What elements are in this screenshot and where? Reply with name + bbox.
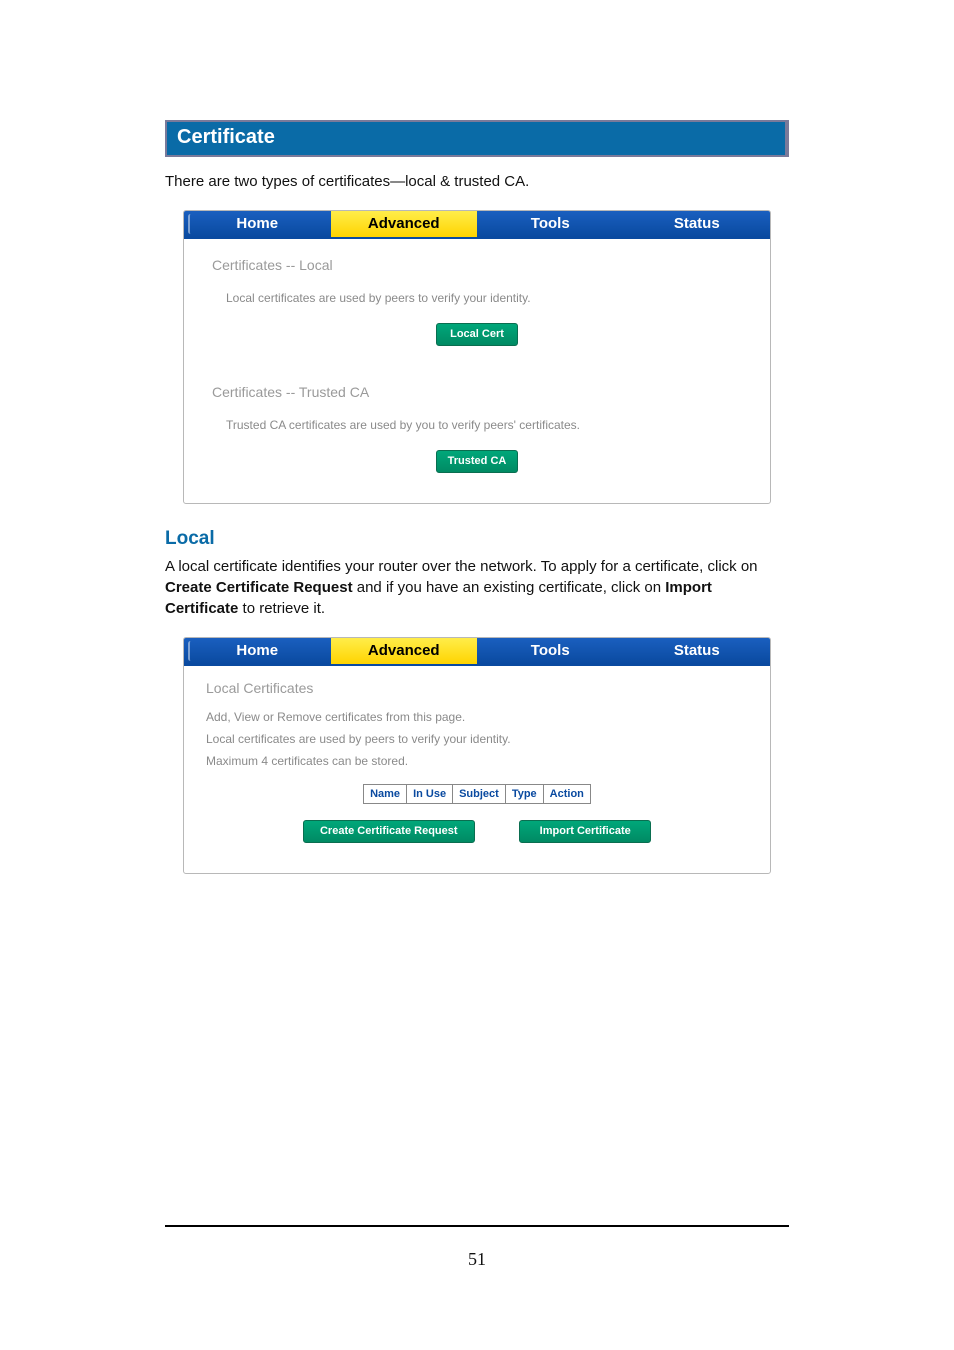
heading-certificates-local: Certificates -- Local <box>212 257 742 273</box>
tab-tools-2[interactable]: Tools <box>477 638 624 664</box>
local-para-mid: and if you have an existing certificate,… <box>353 579 666 596</box>
col-name: Name <box>364 785 407 804</box>
tab-status-2[interactable]: Status <box>624 638 771 664</box>
intro-text: There are two types of certificates—loca… <box>165 171 789 192</box>
page-footer: 51 <box>165 1225 789 1270</box>
import-certificate-button[interactable]: Import Certificate <box>519 820 651 843</box>
tab-tools[interactable]: Tools <box>477 211 624 237</box>
certificates-table: Name In Use Subject Type Action <box>363 784 591 804</box>
local-para-post: to retrieve it. <box>238 600 325 617</box>
router-panel-local-certificates: Home Advanced Tools Status Local Certifi… <box>183 637 771 874</box>
table-row: Name In Use Subject Type Action <box>364 785 591 804</box>
local-para-pre: A local certificate identifies your rout… <box>165 558 758 575</box>
page-number: 51 <box>165 1249 789 1270</box>
local-cert-line3: Maximum 4 certificates can be stored. <box>206 752 748 770</box>
desc-certificates-local: Local certificates are used by peers to … <box>226 291 742 305</box>
tab-home-2[interactable]: Home <box>184 638 331 664</box>
local-para-bold1: Create Certificate Request <box>165 579 353 596</box>
desc-certificates-trusted: Trusted CA certificates are used by you … <box>226 418 742 432</box>
local-subtitle: Local <box>165 528 789 550</box>
col-inuse: In Use <box>407 785 453 804</box>
tab-advanced[interactable]: Advanced <box>331 211 478 237</box>
local-cert-button[interactable]: Local Cert <box>436 323 518 346</box>
tab-status[interactable]: Status <box>624 211 771 237</box>
col-subject: Subject <box>453 785 506 804</box>
tab-row-2: Home Advanced Tools Status <box>184 638 770 666</box>
section-title: Certificate <box>165 120 789 157</box>
tab-advanced-2[interactable]: Advanced <box>331 638 478 664</box>
local-paragraph: A local certificate identifies your rout… <box>165 556 789 619</box>
col-action: Action <box>543 785 590 804</box>
router-panel-certificates: Home Advanced Tools Status Certificates … <box>183 210 771 504</box>
local-cert-line2: Local certificates are used by peers to … <box>206 730 748 748</box>
local-cert-line1: Add, View or Remove certificates from th… <box>206 708 748 726</box>
footer-divider <box>165 1225 789 1227</box>
tab-row: Home Advanced Tools Status <box>184 211 770 239</box>
heading-local-certificates: Local Certificates <box>206 680 748 696</box>
heading-certificates-trusted: Certificates -- Trusted CA <box>212 384 742 400</box>
col-type: Type <box>505 785 543 804</box>
tab-home[interactable]: Home <box>184 211 331 237</box>
create-certificate-request-button[interactable]: Create Certificate Request <box>303 820 475 843</box>
trusted-ca-button[interactable]: Trusted CA <box>436 450 518 473</box>
